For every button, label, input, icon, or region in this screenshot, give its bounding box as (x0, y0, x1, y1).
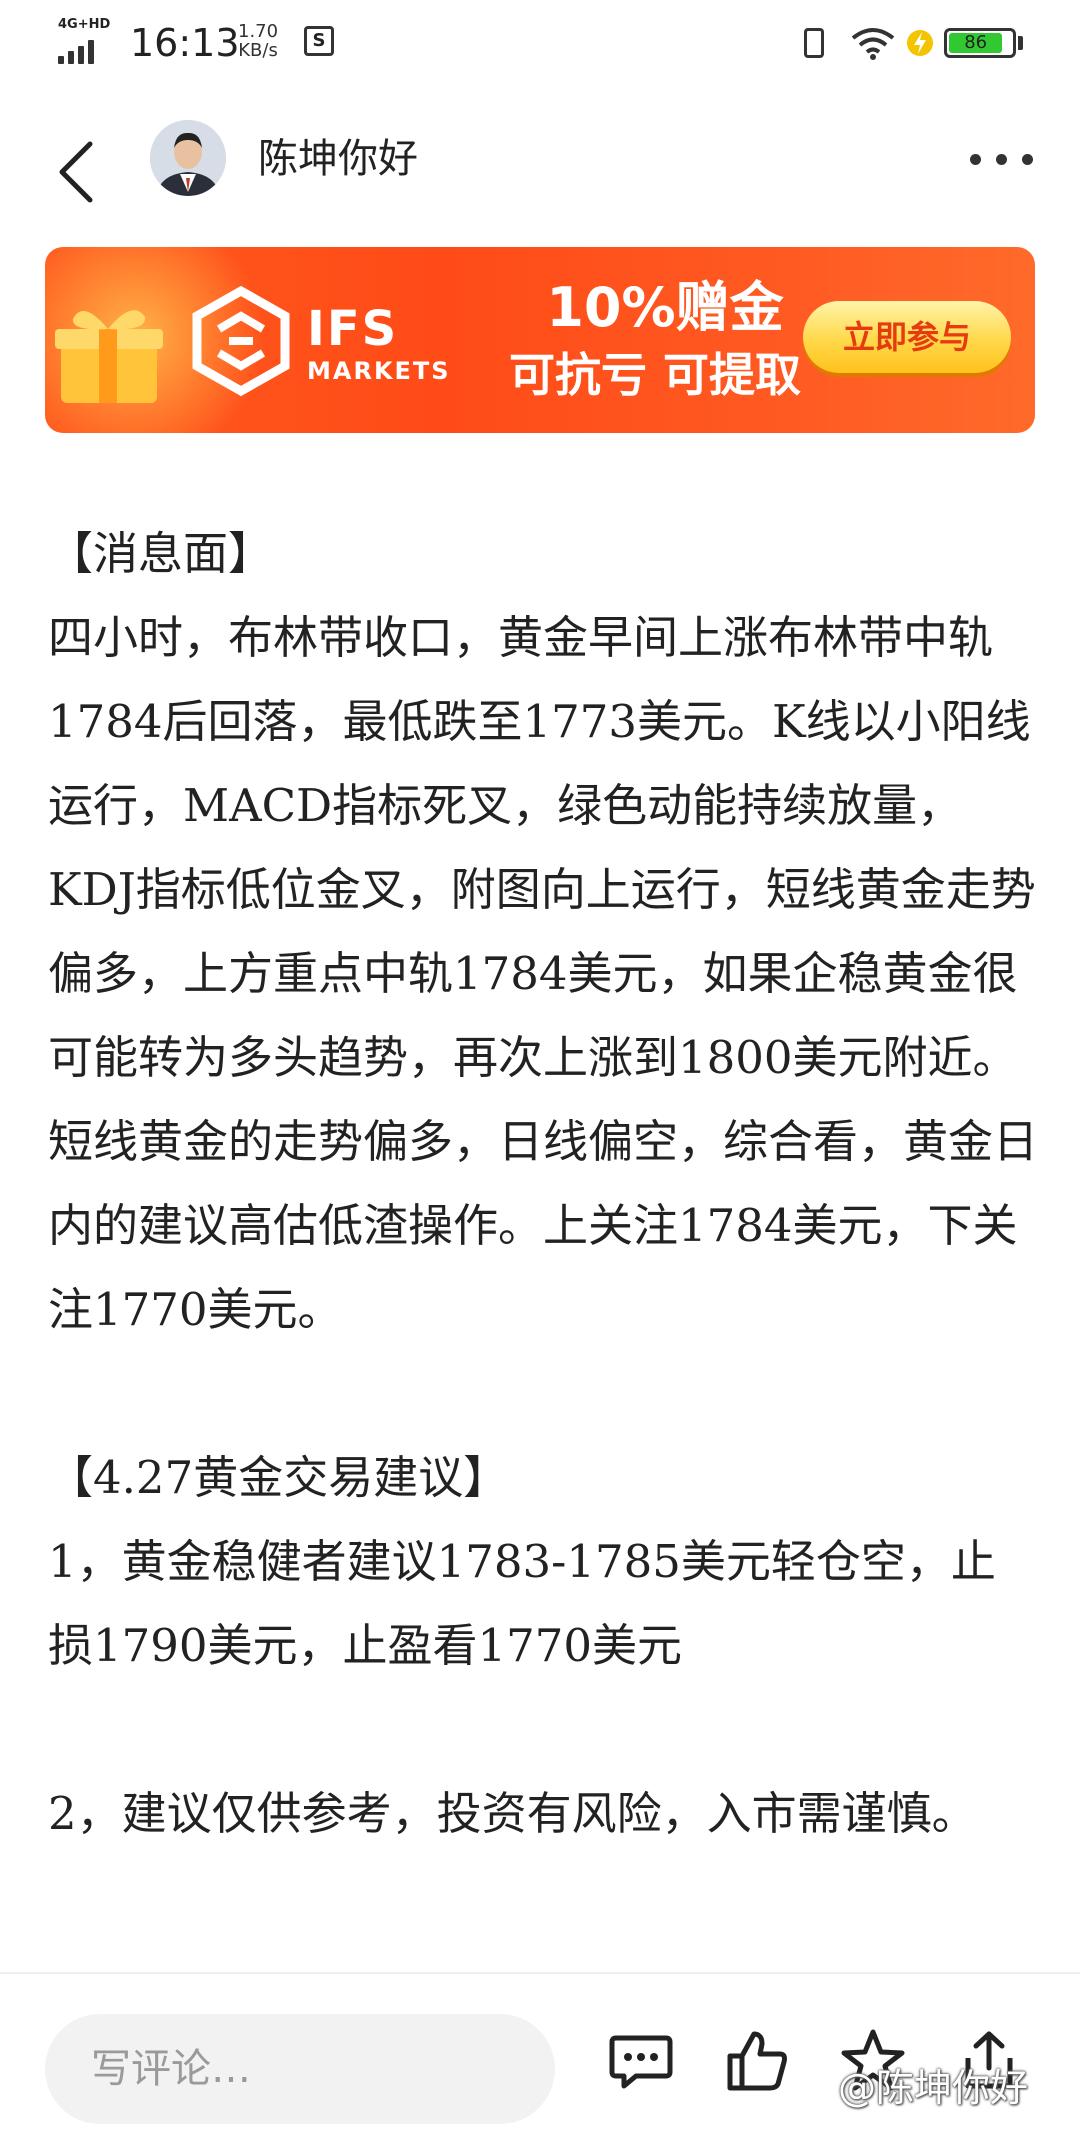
logo-subtitle: MARKETS (307, 357, 451, 385)
promo-banner[interactable]: IFS MARKETS 10%赠金 可抗亏 可提取 立即参与 (45, 247, 1035, 433)
watermark-text: @陈坤你好 (838, 2066, 1029, 2110)
advice-item-1: 1，黄金稳健者建议1783-1785美元轻仓空，止损1790美元，止盈看1770… (48, 1535, 996, 1672)
battery-level: 86 (949, 33, 1003, 53)
comment-icon[interactable] (606, 2026, 676, 2096)
speed-value: 1.70 (238, 21, 279, 42)
advice-item-2: 2，建议仅供参考，投资有风险，入市需谨慎。 (48, 1787, 977, 1840)
promo-subline: 可抗亏 可提取 (508, 348, 801, 402)
status-bar: 4G+HD 16:13 1.70 KB/s S 86 (0, 0, 1080, 88)
article-header: 陈坤你好 (0, 110, 1080, 230)
article-body: 【消息面】 四小时，布林带收口，黄金早间上涨布林带中轨1784后回落，最低跌至1… (48, 512, 1038, 1856)
network-speed: 1.70 KB/s (238, 22, 278, 60)
battery-tip (1018, 36, 1023, 50)
section-heading-advice: 【4.27黄金交易建议】 (48, 1451, 509, 1504)
author-avatar[interactable] (150, 120, 226, 196)
scroll-fade (0, 1940, 1080, 1974)
charging-icon (907, 30, 933, 56)
status-right: 86 (804, 22, 1064, 66)
logo-name: IFS (307, 301, 399, 357)
author-name[interactable]: 陈坤你好 (258, 132, 418, 186)
bottom-action-bar: 写评论… @陈坤你好 (0, 1972, 1080, 2156)
section-heading-news: 【消息面】 (48, 527, 274, 580)
network-type: 4G+HD (58, 17, 111, 32)
status-time: 16:13 (130, 21, 240, 65)
paragraph-analysis: 四小时，布林带收口，黄金早间上涨布林带中轨1784后回落，最低跌至1773美元。… (48, 611, 1039, 1336)
comment-input[interactable]: 写评论… (45, 2014, 555, 2124)
promo-headline: 10%赠金 (546, 276, 784, 339)
speed-unit: KB/s (238, 40, 278, 61)
battery-icon: 86 (944, 28, 1016, 58)
wifi-icon (851, 28, 895, 60)
signal-icon (58, 40, 98, 64)
back-arrow-icon[interactable] (48, 132, 108, 212)
like-icon[interactable] (722, 2026, 792, 2096)
ifs-logo-icon (192, 285, 290, 397)
gift-box-icon (55, 310, 163, 403)
more-options-icon[interactable] (968, 150, 1038, 170)
join-now-button[interactable]: 立即参与 (803, 301, 1011, 373)
vibrate-icon (804, 28, 824, 58)
sync-icon: S (304, 26, 334, 56)
